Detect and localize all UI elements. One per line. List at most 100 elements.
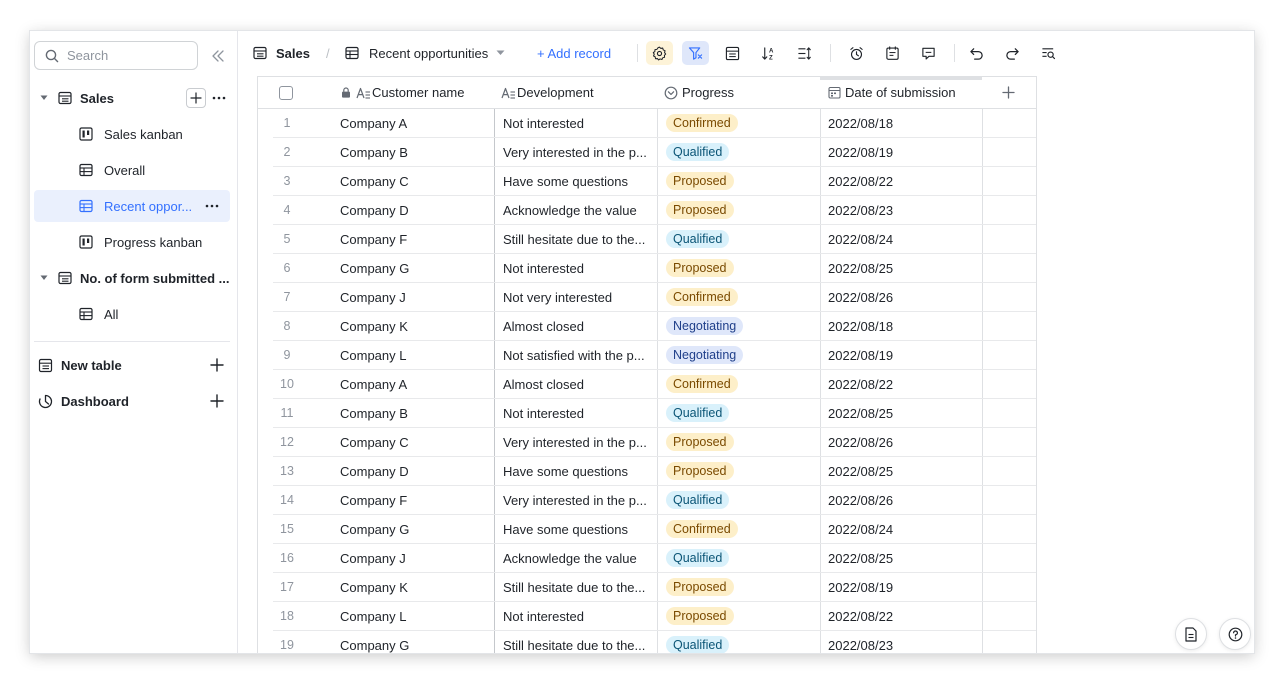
sidebar-view-item[interactable]: Overall [34,154,230,186]
development-cell[interactable]: Not interested [503,602,584,630]
table-row[interactable]: 19 Company G Still hesitate due to the... Q… [273,631,1036,653]
development-cell[interactable]: Not very interested [503,283,612,311]
help-icon[interactable] [1219,618,1251,650]
table-row[interactable]: 10 Company A Almost closed Confirmed 2022/08… [273,370,1036,399]
progress-cell[interactable]: Proposed [666,573,734,601]
table-row[interactable]: 2 Company B Very interested in the p... Qua… [273,138,1036,167]
sidebar-view-item[interactable]: All [34,298,230,330]
progress-cell[interactable]: Confirmed [666,515,738,543]
view-selector[interactable]: Recent opportunities [344,41,508,65]
sidebar-table-1[interactable]: No. of form submitted ... [34,262,230,294]
redo-icon[interactable] [999,41,1026,65]
date-cell[interactable]: 2022/08/22 [828,370,893,398]
table-row[interactable]: 17 Company K Still hesitate due to the... P… [273,573,1036,602]
date-cell[interactable]: 2022/08/18 [828,109,893,137]
development-cell[interactable]: Not interested [503,109,584,137]
progress-cell[interactable]: Proposed [666,428,734,456]
table-row[interactable]: 18 Company L Not interested Proposed 2022/08… [273,602,1036,631]
new-table-item[interactable]: New table [34,349,230,381]
progress-cell[interactable]: Negotiating [666,341,744,369]
customer-name-cell[interactable]: Company K [340,573,408,601]
table-row[interactable]: 11 Company B Not interested Qualified 2022/0… [273,399,1036,428]
add-view-icon[interactable] [186,88,206,108]
customer-name-cell[interactable]: Company G [340,254,409,282]
customer-name-cell[interactable]: Company A [340,370,407,398]
date-cell[interactable]: 2022/08/25 [828,544,893,572]
date-cell[interactable]: 2022/08/25 [828,457,893,485]
development-cell[interactable]: Not interested [503,399,584,427]
header-development[interactable]: Development [500,77,594,108]
date-cell[interactable]: 2022/08/25 [828,254,893,282]
table-row[interactable]: 8 Company K Almost closed Negotiating 2022/0… [273,312,1036,341]
customer-name-cell[interactable]: Company C [340,167,409,195]
development-cell[interactable]: Very interested in the p... [503,138,647,166]
table-breadcrumb[interactable]: Sales [252,41,310,65]
table-row[interactable]: 13 Company D Have some questions Proposed 20… [273,457,1036,486]
development-cell[interactable]: Still hesitate due to the... [503,631,645,653]
table-row[interactable]: 7 Company J Not very interested Confirmed 20… [273,283,1036,312]
date-cell[interactable]: 2022/08/19 [828,573,893,601]
table-row[interactable]: 14 Company F Very interested in the p... Qu… [273,486,1036,515]
customer-name-cell[interactable]: Company B [340,138,408,166]
search-records-icon[interactable] [1035,41,1062,65]
customer-name-cell[interactable]: Company K [340,312,408,340]
development-cell[interactable]: Not satisfied with the p... [503,341,645,369]
date-cell[interactable]: 2022/08/26 [828,486,893,514]
progress-cell[interactable]: Qualified [666,399,730,427]
progress-cell[interactable]: Proposed [666,602,734,630]
development-cell[interactable]: Not interested [503,254,584,282]
progress-cell[interactable]: Confirmed [666,370,738,398]
sort-icon[interactable]: AZ [755,41,782,65]
table-row[interactable]: 12 Company C Very interested in the p... Pr… [273,428,1036,457]
customer-name-cell[interactable]: Company F [340,225,407,253]
table-row[interactable]: 6 Company G Not interested Proposed 2022/08/… [273,254,1036,283]
select-all-checkbox[interactable] [279,77,293,108]
progress-cell[interactable]: Proposed [666,254,734,282]
date-cell[interactable]: 2022/08/24 [828,225,893,253]
document-icon[interactable] [1175,618,1207,650]
collapse-sidebar-icon[interactable] [208,46,228,66]
add-record-button[interactable]: + Add record [537,41,611,65]
development-cell[interactable]: Acknowledge the value [503,196,637,224]
development-cell[interactable]: Very interested in the p... [503,428,647,456]
settings-gear-icon[interactable] [646,41,673,65]
sidebar-view-item[interactable]: Recent oppor... [34,190,230,222]
date-cell[interactable]: 2022/08/22 [828,167,893,195]
date-cell[interactable]: 2022/08/23 [828,631,893,653]
customer-name-cell[interactable]: Company D [340,457,409,485]
table-row[interactable]: 1 Company A Not interested Confirmed 2022/08… [273,109,1036,138]
date-cell[interactable]: 2022/08/19 [828,138,893,166]
progress-cell[interactable]: Proposed [666,167,734,195]
more-icon[interactable] [205,204,219,208]
table-row[interactable]: 5 Company F Still hesitate due to the... Qu… [273,225,1036,254]
customer-name-cell[interactable]: Company B [340,399,408,427]
table-row[interactable]: 4 Company D Acknowledge the value Proposed 2… [273,196,1036,225]
date-cell[interactable]: 2022/08/24 [828,515,893,543]
development-cell[interactable]: Still hesitate due to the... [503,573,645,601]
development-cell[interactable]: Have some questions [503,457,628,485]
customer-name-cell[interactable]: Company G [340,515,409,543]
add-dashboard-icon[interactable] [209,393,225,409]
alarm-clock-icon[interactable] [843,41,870,65]
row-height-icon[interactable] [791,41,818,65]
progress-cell[interactable]: Qualified [666,225,730,253]
search-input[interactable]: Search [34,41,198,70]
sidebar-view-item[interactable]: Progress kanban [34,226,230,258]
dashboard-item[interactable]: Dashboard [34,385,230,417]
table-row[interactable]: 3 Company C Have some questions Proposed 202… [273,167,1036,196]
header-date-of-submission[interactable]: Date of submission [826,77,956,108]
progress-cell[interactable]: Proposed [666,457,734,485]
development-cell[interactable]: Have some questions [503,515,628,543]
table-row[interactable]: 15 Company G Have some questions Confirmed 2… [273,515,1036,544]
caret-down-icon[interactable] [36,275,52,281]
customer-name-cell[interactable]: Company F [340,486,407,514]
date-cell[interactable]: 2022/08/19 [828,341,893,369]
development-cell[interactable]: Acknowledge the value [503,544,637,572]
sidebar-table-0[interactable]: Sales [34,82,230,114]
date-cell[interactable]: 2022/08/26 [828,428,893,456]
sidebar-view-item[interactable]: Sales kanban [34,118,230,150]
date-cell[interactable]: 2022/08/25 [828,399,893,427]
development-cell[interactable]: Have some questions [503,167,628,195]
comment-icon[interactable] [915,41,942,65]
add-column-icon[interactable] [1002,77,1015,108]
